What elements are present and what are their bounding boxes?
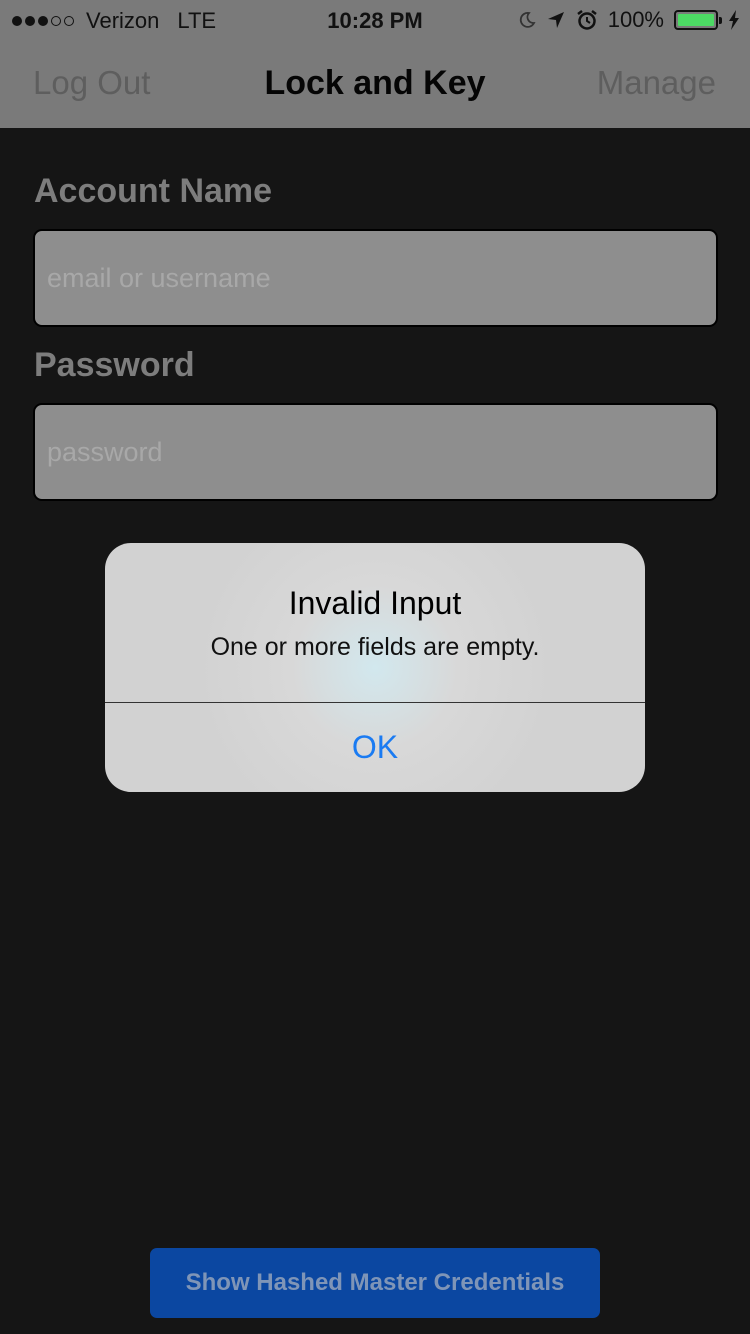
signal-dot xyxy=(64,16,74,26)
status-bar: Verizon LTE 10:28 PM 100% xyxy=(0,0,750,40)
password-label: Password xyxy=(34,346,195,384)
battery-icon xyxy=(674,10,722,30)
status-right: 100% xyxy=(518,7,740,33)
signal-dot xyxy=(12,16,22,26)
signal-dot xyxy=(38,16,48,26)
password-field[interactable] xyxy=(33,403,718,501)
account-name-field[interactable] xyxy=(33,229,718,327)
ok-button[interactable]: OK xyxy=(105,703,645,792)
account-name-label: Account Name xyxy=(34,172,273,210)
manage-button[interactable]: Manage xyxy=(597,64,716,102)
alert-message: One or more fields are empty. xyxy=(210,633,540,661)
invalid-input-alert: Invalid Input One or more fields are emp… xyxy=(105,543,645,792)
location-arrow-icon xyxy=(547,12,564,28)
status-left: Verizon LTE xyxy=(12,8,216,34)
battery-percent: 100% xyxy=(607,7,664,32)
signal-strength-icon xyxy=(12,16,74,26)
log-out-button[interactable]: Log Out xyxy=(33,64,150,102)
battery-fill xyxy=(678,14,714,26)
charging-bolt-icon xyxy=(729,10,739,30)
signal-dot xyxy=(51,16,61,26)
navigation-bar: Log Out Lock and Key Manage xyxy=(0,40,750,128)
signal-dot xyxy=(25,16,35,26)
alarm-icon xyxy=(576,10,597,30)
network-type: LTE xyxy=(177,8,217,33)
alert-title: Invalid Input xyxy=(288,585,462,621)
show-hashed-master-credentials-button[interactable]: Show Hashed Master Credentials xyxy=(150,1248,600,1318)
moon-icon xyxy=(519,12,536,28)
carrier-name: Verizon xyxy=(86,8,160,33)
